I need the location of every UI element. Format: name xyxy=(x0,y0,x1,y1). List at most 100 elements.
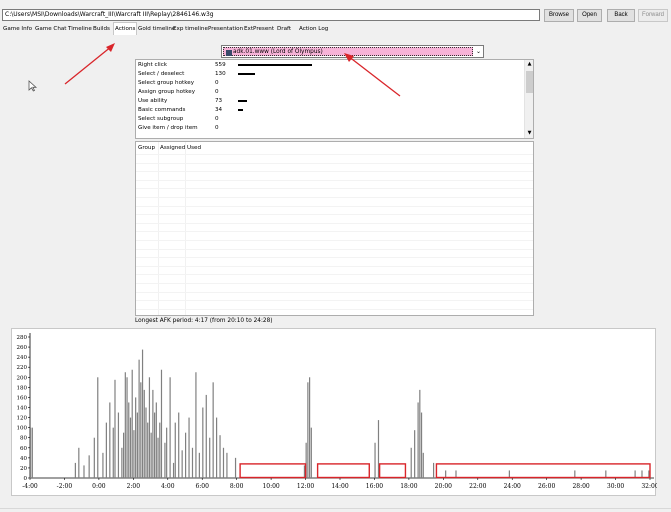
apm-bar xyxy=(181,450,183,478)
apm-bar xyxy=(83,465,85,478)
action-count: 0 xyxy=(215,89,219,95)
actions-list[interactable]: Right click 559 Select / deselect 130 Se… xyxy=(135,59,534,139)
table-row xyxy=(136,171,533,173)
apm-chart: 0 20 40 60 80 100 120 140 160 180 200 220 240 260 280 -… xyxy=(11,328,659,496)
apm-bar xyxy=(166,427,168,478)
apm-bar xyxy=(374,442,376,478)
scroll-down-icon[interactable]: ▼ xyxy=(525,129,533,138)
apm-bar xyxy=(174,422,176,478)
table-row xyxy=(136,265,533,267)
apm-bar xyxy=(178,412,180,478)
status-divider xyxy=(0,508,671,509)
table-row xyxy=(136,248,533,250)
column-divider xyxy=(158,142,159,315)
action-label: Use ability xyxy=(138,98,168,104)
apm-bar xyxy=(433,462,435,478)
table-row xyxy=(136,214,533,216)
actions-scrollbar[interactable]: ▲ ▼ xyxy=(524,60,533,138)
tab-presentation[interactable]: Presentation xyxy=(207,23,244,35)
scroll-thumb[interactable] xyxy=(526,71,533,93)
tab-draft[interactable]: Draft xyxy=(276,23,292,35)
table-row xyxy=(136,154,533,155)
apm-bar xyxy=(420,412,423,478)
apm-bar xyxy=(205,394,207,478)
x-tick-label: 2:00 xyxy=(127,483,141,490)
apm-bar xyxy=(307,382,309,478)
action-label: Select subgroup xyxy=(138,116,184,122)
table-row xyxy=(136,240,533,241)
apm-bar xyxy=(78,447,80,478)
action-label: Give item / drop item xyxy=(138,125,198,131)
apm-bar xyxy=(105,422,107,478)
y-tick-label: 180 xyxy=(17,385,28,391)
scroll-up-icon[interactable]: ▲ xyxy=(525,60,533,69)
apm-bar xyxy=(30,427,32,478)
apm-bar xyxy=(154,412,156,478)
action-count: 0 xyxy=(215,125,219,131)
column-header-used[interactable]: Used xyxy=(187,145,201,151)
tab-gold-timeline[interactable]: Gold timeline xyxy=(137,23,176,35)
table-row xyxy=(136,197,533,198)
tab-exp-timeline[interactable]: Exp timeline xyxy=(172,23,209,35)
apm-bar xyxy=(138,359,140,478)
apm-bar xyxy=(191,447,194,478)
x-tick-label: 22:00 xyxy=(469,483,486,490)
apm-bar xyxy=(159,422,161,478)
apm-bar xyxy=(109,402,111,478)
x-tick-label: 30:00 xyxy=(607,483,624,490)
back-button[interactable]: Back xyxy=(607,9,635,22)
apm-bar xyxy=(117,412,120,478)
race-icon xyxy=(226,50,232,56)
apm-bar xyxy=(74,462,76,478)
column-header-assigned[interactable]: Assigned xyxy=(160,145,185,151)
x-tick-label: 32:00 xyxy=(641,483,657,490)
apm-bar xyxy=(133,430,135,478)
action-bar xyxy=(238,73,255,75)
annotation-arrow-icon xyxy=(344,53,401,97)
tab-action-log[interactable]: Action Log xyxy=(298,23,329,35)
tab-actions[interactable]: Actions xyxy=(113,22,138,35)
x-tick-label: 26:00 xyxy=(538,483,555,490)
column-divider xyxy=(185,142,186,315)
apm-bar xyxy=(150,432,152,478)
action-bar xyxy=(238,64,312,66)
apm-bar xyxy=(140,382,142,478)
x-tick-label: 0:00 xyxy=(92,483,106,490)
groups-table[interactable]: Group Assigned Used xyxy=(135,141,534,316)
tab-timeline[interactable]: Timeline xyxy=(67,23,93,35)
apm-bar xyxy=(131,369,133,478)
afk-highlight-box xyxy=(316,463,370,479)
apm-bar xyxy=(226,452,228,478)
tab-builds[interactable]: Builds xyxy=(92,23,111,35)
column-header-group[interactable]: Group xyxy=(138,145,155,151)
table-row xyxy=(136,274,533,276)
apm-bar xyxy=(147,422,149,478)
apm-bar xyxy=(123,432,125,478)
tab-extpresent[interactable]: ExtPresent xyxy=(243,23,275,35)
y-tick-label: 60 xyxy=(20,446,27,452)
apm-bar xyxy=(309,377,311,478)
chevron-down-icon[interactable]: ⌄ xyxy=(476,47,481,57)
action-label: Select / deselect xyxy=(138,71,185,77)
x-tick-label: 4:00 xyxy=(161,483,175,490)
browse-button[interactable]: Browse xyxy=(544,9,574,22)
x-tick-label: 8:00 xyxy=(230,483,244,490)
table-row xyxy=(136,283,533,284)
forward-button[interactable]: Forward xyxy=(638,9,668,22)
apm-bar xyxy=(417,402,419,478)
open-button[interactable]: Open xyxy=(577,9,602,22)
table-row xyxy=(136,222,533,224)
y-tick-label: 260 xyxy=(17,345,28,351)
apm-bar xyxy=(419,389,421,478)
y-tick-label: 20 xyxy=(20,466,27,472)
apm-bar xyxy=(377,420,380,478)
tab-game-chat[interactable]: Game Chat xyxy=(34,23,68,35)
x-tick-label: 14:00 xyxy=(331,483,348,490)
y-tick-label: 100 xyxy=(17,426,28,432)
afk-highlight-box xyxy=(435,463,651,479)
action-label: Assign group hotkey xyxy=(138,89,196,95)
tab-game-info[interactable]: Game Info xyxy=(2,23,33,35)
action-count: 0 xyxy=(215,80,219,86)
replay-path-input[interactable]: C:\Users\MSI\Downloads\Warcraft_III\Warc… xyxy=(2,9,540,21)
apm-bar xyxy=(157,437,159,478)
